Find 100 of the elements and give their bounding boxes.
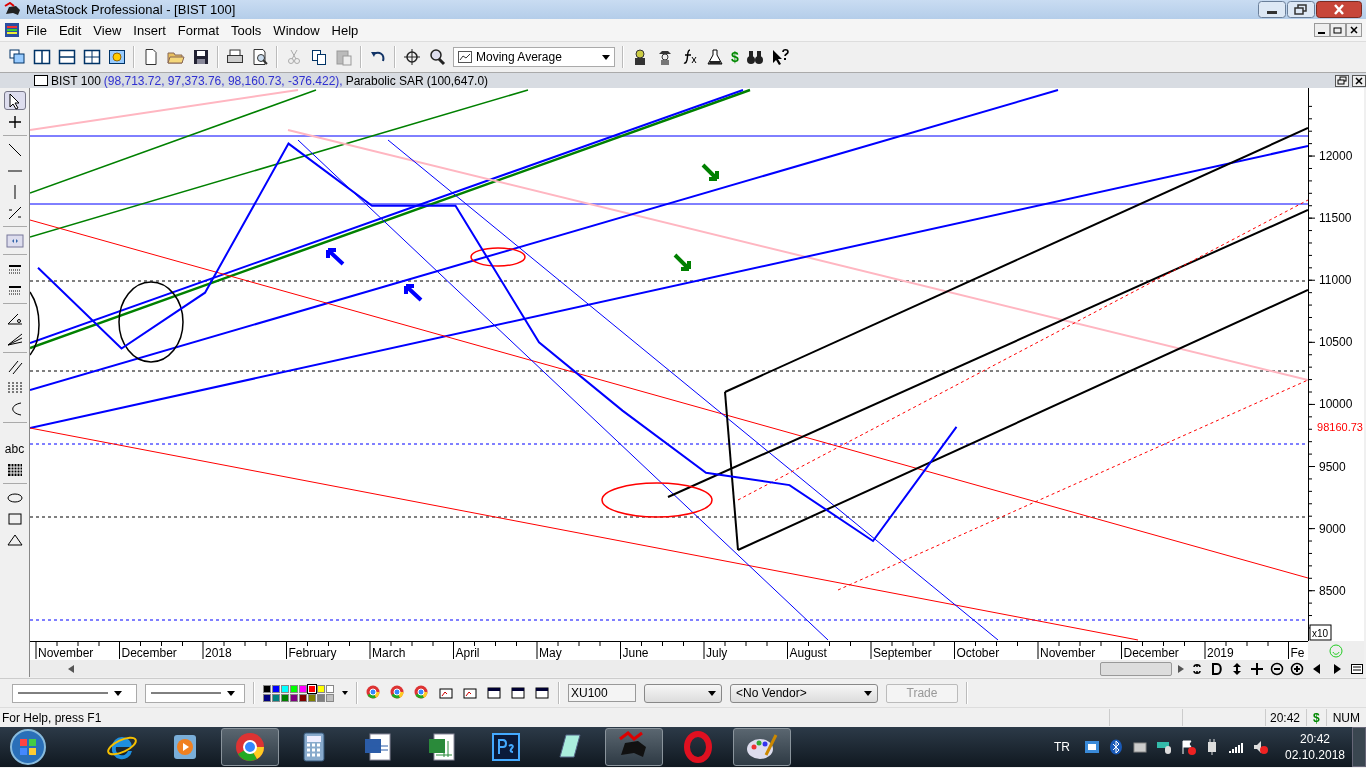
- axis-label: 2019: [1207, 646, 1234, 660]
- minimize-icon[interactable]: [1314, 23, 1330, 37]
- menu-item[interactable]: Help: [325, 20, 365, 40]
- vendor-dropdown[interactable]: <No Vendor>: [730, 683, 878, 703]
- chart-note-icon[interactable]: [438, 685, 454, 701]
- keyboard-layout-icon[interactable]: [1084, 739, 1100, 755]
- function-icon[interactable]: [681, 48, 699, 66]
- dollar-sign: $: [1313, 710, 1320, 725]
- menu-item[interactable]: Format: [171, 20, 225, 40]
- taskbar-button[interactable]: [221, 728, 279, 766]
- color-swatch[interactable]: [281, 684, 289, 693]
- caret-icon: [227, 690, 235, 696]
- restore-icon[interactable]: [1335, 74, 1349, 87]
- speaker-muted-icon[interactable]: [1252, 739, 1268, 755]
- dollar-sign[interactable]: $: [731, 49, 739, 65]
- tile-vertical-icon[interactable]: [33, 48, 51, 66]
- color-swatch[interactable]: [290, 684, 298, 693]
- scroll-right-icon[interactable]: [1178, 664, 1184, 673]
- axis-label: 8500: [1319, 583, 1346, 598]
- menu-item[interactable]: Insert: [127, 20, 172, 40]
- taskbar-button[interactable]: [733, 728, 791, 766]
- window-icon[interactable]: [486, 685, 502, 701]
- flask-icon[interactable]: [706, 48, 724, 66]
- chart-note-icon[interactable]: [462, 685, 478, 701]
- crosshair-icon[interactable]: [403, 48, 421, 66]
- axis-label: 9000: [1319, 521, 1346, 536]
- move-icon[interactable]: [1250, 661, 1264, 676]
- window-icon[interactable]: [534, 685, 550, 701]
- scale-multiplier: x10: [1312, 628, 1329, 639]
- drive-icon[interactable]: [1132, 739, 1148, 755]
- text-tool[interactable]: abc: [3, 439, 26, 458]
- menu-item[interactable]: Tools: [225, 20, 268, 40]
- window-icon[interactable]: [510, 685, 526, 701]
- color-swatch[interactable]: [299, 693, 307, 702]
- list-icon[interactable]: [1350, 661, 1364, 676]
- zoom-in-icon[interactable]: [1290, 661, 1304, 676]
- status-time: 20:42: [1269, 710, 1300, 725]
- binoculars-icon[interactable]: [745, 48, 764, 66]
- print-preview-icon[interactable]: [251, 48, 269, 66]
- help-cursor-icon[interactable]: [770, 48, 789, 66]
- scrollbar-thumb[interactable]: [1100, 661, 1172, 676]
- bluetooth-icon[interactable]: [1108, 739, 1124, 755]
- axis-label: 2018: [205, 646, 232, 660]
- restore-icon[interactable]: [1287, 1, 1315, 18]
- color-swatch[interactable]: [263, 693, 271, 702]
- d-icon[interactable]: [1210, 661, 1224, 676]
- axis-label: November: [38, 646, 94, 660]
- clock-time[interactable]: 20:42: [1282, 731, 1348, 747]
- tile-grid-icon[interactable]: [83, 48, 101, 66]
- line-weight-dropdown[interactable]: [145, 683, 245, 703]
- keyboard-mouse-icon[interactable]: [1156, 739, 1172, 755]
- pointer-icon[interactable]: [3, 91, 26, 110]
- color-swatch[interactable]: [326, 684, 334, 693]
- color-swatch[interactable]: [263, 684, 271, 693]
- axis-label: 12000: [1319, 149, 1353, 164]
- zoom-icon[interactable]: [428, 48, 446, 66]
- indicator-dropdown[interactable]: Moving Average: [453, 47, 615, 67]
- taskbar-button[interactable]: [605, 728, 663, 766]
- menu-item[interactable]: File: [20, 20, 53, 40]
- color-swatch[interactable]: [272, 693, 280, 702]
- printer-icon[interactable]: [226, 48, 244, 66]
- axis-label: 10500: [1319, 335, 1353, 350]
- minimize-icon[interactable]: [1258, 1, 1286, 18]
- menu-item[interactable]: Window: [267, 20, 326, 40]
- color-swatch[interactable]: [272, 684, 280, 693]
- axis-label: 11500: [1319, 211, 1352, 226]
- save-icon[interactable]: [192, 48, 210, 66]
- color-swatch[interactable]: [326, 693, 334, 702]
- dropdown[interactable]: [644, 683, 722, 703]
- color-swatch[interactable]: [317, 684, 325, 693]
- axis-label: June: [622, 646, 649, 660]
- zoom-out-icon[interactable]: [1270, 661, 1284, 676]
- close-icon[interactable]: [1346, 23, 1362, 37]
- close-icon[interactable]: [1352, 74, 1366, 87]
- browser-icon[interactable]: [414, 685, 430, 701]
- language-indicator[interactable]: TR: [1054, 740, 1070, 754]
- menu-item[interactable]: Edit: [52, 20, 88, 40]
- tile-horizontal-icon[interactable]: [58, 48, 76, 66]
- new-file-icon[interactable]: [142, 48, 160, 66]
- cascade-windows-icon[interactable]: [8, 48, 26, 66]
- close-icon[interactable]: [1316, 1, 1362, 18]
- color-swatch[interactable]: [281, 693, 289, 702]
- app-menu-icon[interactable]: [4, 22, 20, 38]
- scroll-left-icon[interactable]: [68, 664, 74, 673]
- browser-icon[interactable]: [390, 685, 406, 701]
- window-title: MetaStock Professional - [BIST 100]: [26, 2, 236, 17]
- color-swatch[interactable]: [290, 693, 298, 702]
- copy-icon[interactable]: [310, 48, 328, 66]
- caret-icon: [114, 690, 122, 696]
- flag-warning-icon[interactable]: [1180, 739, 1196, 755]
- color-swatch[interactable]: [317, 693, 325, 702]
- browser-icon[interactable]: [366, 685, 382, 701]
- caret-icon[interactable]: [342, 691, 348, 695]
- clock-date[interactable]: 02.10.2018: [1282, 747, 1348, 763]
- color-swatch[interactable]: [308, 693, 316, 702]
- color-swatch[interactable]: [299, 684, 307, 693]
- symbol-field[interactable]: XU100: [568, 684, 636, 702]
- line-style-dropdown[interactable]: [12, 683, 137, 703]
- menu-item[interactable]: View: [87, 20, 128, 40]
- axis-label: May: [539, 646, 562, 660]
